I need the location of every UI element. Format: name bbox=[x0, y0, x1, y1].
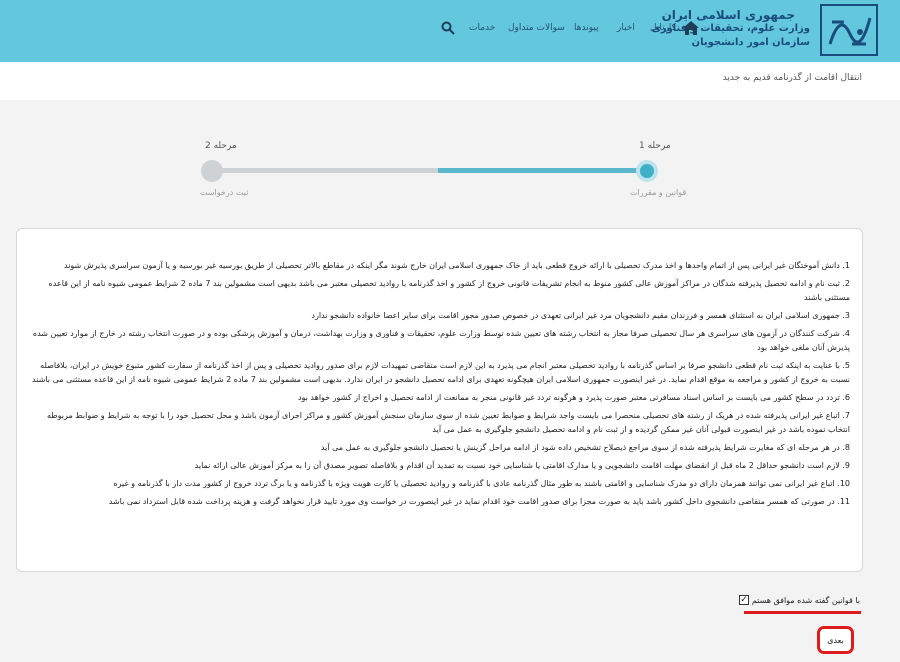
page-title-bar: انتقال اقامت از گذرنامه قدیم به جدید bbox=[0, 62, 900, 100]
terms-list: 1. دانش آموختگان غیر ایرانی پس از اتمام … bbox=[27, 259, 850, 513]
nav-item-links[interactable]: پیوندها bbox=[574, 23, 599, 33]
search-icon[interactable] bbox=[441, 21, 455, 35]
page-title: انتقال اقامت از گذرنامه قدیم به جدید bbox=[722, 73, 862, 83]
top-header: جمهوری اسلامی ایران وزارت علوم، تحقیقات … bbox=[0, 0, 900, 62]
progress-fill bbox=[438, 168, 647, 173]
term-item: 6. تردد در سطح کشور می بایست بر اساس اسن… bbox=[297, 393, 850, 402]
term-item: 11. در صورتی که همسر متقاضی دانشجوی داخل… bbox=[108, 497, 850, 506]
step-2-subtitle: ثبت درخواست bbox=[200, 188, 249, 197]
nav-item-news[interactable]: اخبار bbox=[617, 23, 635, 33]
logo-icon[interactable] bbox=[820, 4, 878, 56]
next-button-label[interactable]: بعدی bbox=[827, 636, 844, 645]
step-2-indicator bbox=[201, 160, 223, 182]
term-item: 4. شرکت کنندگان در آزمون های سراسری هر س… bbox=[32, 329, 850, 352]
term-item: 7. اتباع غیر ایرانی پذیرفته شده در هریک … bbox=[47, 411, 850, 434]
next-button[interactable]: بعدی bbox=[817, 626, 854, 654]
term-item: 10. اتباع غیر ایرانی نمی توانند همزمان د… bbox=[113, 479, 850, 488]
step-2-label: مرحله 2 bbox=[205, 141, 237, 151]
step-1-subtitle: قوانین و مقررات bbox=[630, 188, 687, 197]
home-icon[interactable] bbox=[682, 20, 700, 36]
nav-item-services[interactable]: خدمات bbox=[469, 23, 495, 33]
progress-track bbox=[212, 168, 647, 173]
term-item: 3. جمهوری اسلامی ایران به استثنای همسر و… bbox=[311, 311, 850, 320]
highlight-underline bbox=[744, 611, 861, 614]
term-item: 2. ثبت نام و ادامه تحصیل پذیرفته شدگان د… bbox=[48, 279, 850, 302]
term-item: 9. لازم است دانشجو حداقل 2 ماه قبل از ان… bbox=[194, 461, 850, 470]
nav-item-faq[interactable]: سوالات متداول bbox=[508, 23, 565, 33]
agree-checkbox-row[interactable]: با قوانین گفته شده موافق هستم bbox=[739, 591, 860, 609]
term-item: 1. دانش آموختگان غیر ایرانی پس از اتمام … bbox=[64, 261, 850, 270]
main-nav: کارتابل اخبار پیوندها سوالات متداول خدما… bbox=[437, 20, 707, 40]
nav-item-kartable[interactable]: کارتابل bbox=[650, 23, 676, 33]
term-item: 8. در هر مرحله ای که مغایرت شرایط پذیرفت… bbox=[320, 443, 850, 452]
term-item: 5. با عنایت به اینکه ثبت نام قطعی دانشجو… bbox=[32, 361, 850, 384]
terms-panel: 1. دانش آموختگان غیر ایرانی پس از اتمام … bbox=[16, 228, 863, 572]
agree-checkbox[interactable] bbox=[739, 595, 749, 605]
agree-label[interactable]: با قوانین گفته شده موافق هستم bbox=[752, 596, 860, 605]
step-1-label: مرحله 1 bbox=[639, 141, 671, 151]
step-1-indicator bbox=[636, 160, 658, 182]
